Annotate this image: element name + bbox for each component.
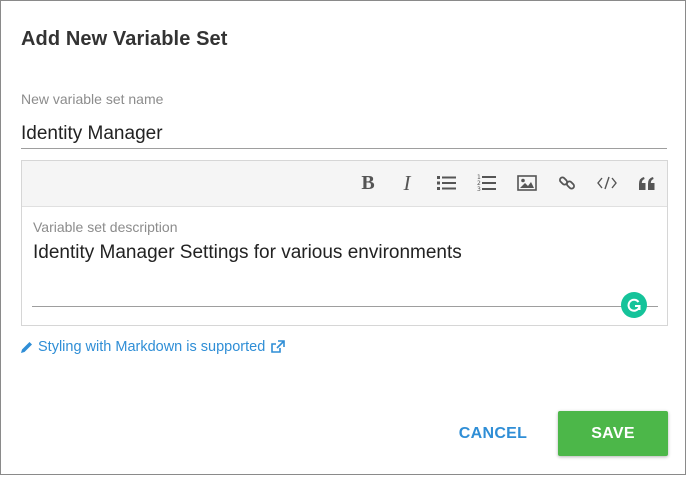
dialog-title: Add New Variable Set [21,28,228,50]
bulleted-list-icon[interactable] [434,170,460,196]
pencil-icon [20,341,33,354]
svg-text:3: 3 [477,186,481,192]
link-icon[interactable] [554,170,580,196]
italic-icon[interactable]: I [394,170,420,196]
variable-set-name-field: New variable set name [21,91,667,152]
external-link-icon [270,340,286,354]
editor-toolbar: B I 1 2 3 [22,161,667,207]
code-icon[interactable] [594,170,620,196]
description-textarea[interactable]: Identity Manager Settings for various en… [33,242,462,264]
variable-set-name-label: New variable set name [21,91,164,107]
description-underline [32,306,658,307]
bold-icon[interactable]: B [355,170,381,196]
grammarly-icon[interactable] [621,292,647,318]
numbered-list-icon[interactable]: 1 2 3 [474,170,500,196]
add-variable-set-dialog: Add New Variable Set New variable set na… [0,0,686,475]
variable-set-name-input[interactable] [21,119,667,149]
markdown-help-link[interactable]: Styling with Markdown is supported [20,339,286,355]
description-label: Variable set description [33,219,178,235]
image-icon[interactable] [514,170,540,196]
description-editor: B I 1 2 3 Variable set description Ident… [21,160,668,326]
save-button[interactable]: SAVE [558,411,668,456]
cancel-button[interactable]: CANCEL [449,412,537,456]
markdown-help-text: Styling with Markdown is supported [38,339,266,355]
quote-icon[interactable] [634,170,660,196]
